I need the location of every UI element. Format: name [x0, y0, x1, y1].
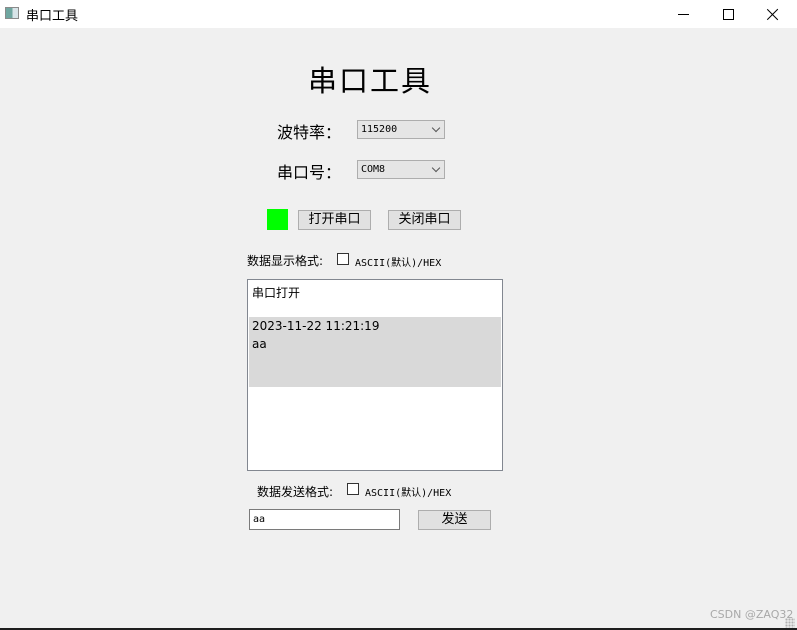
send-format-checkbox-label: ASCII(默认)/HEX: [365, 488, 452, 499]
baud-rate-value: 115200: [361, 124, 398, 135]
log-line: 2023-11-22 11:21:19: [252, 319, 380, 333]
watermark: CSDN @ZAQ32: [710, 608, 794, 621]
display-format-label: 数据显示格式:: [247, 254, 324, 268]
display-format-checkbox-label: ASCII(默认)/HEX: [355, 258, 442, 269]
close-icon: [767, 8, 779, 20]
chevron-down-icon: [431, 123, 441, 133]
window-title: 串口工具: [26, 9, 79, 24]
maximize-button[interactable]: [705, 0, 751, 28]
baud-rate-select[interactable]: 115200: [357, 120, 445, 139]
log-line: 串口打开: [252, 286, 301, 300]
send-format-checkbox[interactable]: [347, 483, 359, 495]
close-port-button[interactable]: 关闭串口: [388, 210, 461, 230]
port-value: COM8: [361, 164, 386, 175]
baud-rate-label: 波特率：: [277, 123, 342, 142]
port-select[interactable]: COM8: [357, 160, 445, 179]
maximize-icon: [722, 8, 734, 20]
send-format-label: 数据发送格式:: [257, 485, 334, 499]
title-bar: 串口工具: [0, 0, 797, 28]
close-button[interactable]: [750, 0, 796, 28]
app-icon: [5, 7, 19, 19]
display-format-checkbox[interactable]: [337, 253, 349, 265]
page-title: 串口工具: [307, 64, 432, 98]
port-label: 串口号：: [277, 163, 342, 182]
minimize-icon: [677, 13, 689, 15]
chevron-down-icon: [431, 163, 441, 173]
send-input[interactable]: aa: [249, 509, 400, 530]
resize-grip[interactable]: [785, 618, 795, 628]
open-port-button[interactable]: 打开串口: [298, 210, 371, 230]
send-button[interactable]: 发送: [418, 510, 491, 530]
receive-display[interactable]: 串口打开 2023-11-22 11:21:19 aa: [247, 279, 503, 471]
port-status-indicator: [267, 209, 288, 230]
minimize-button[interactable]: [660, 0, 706, 28]
log-line: aa: [252, 337, 267, 351]
